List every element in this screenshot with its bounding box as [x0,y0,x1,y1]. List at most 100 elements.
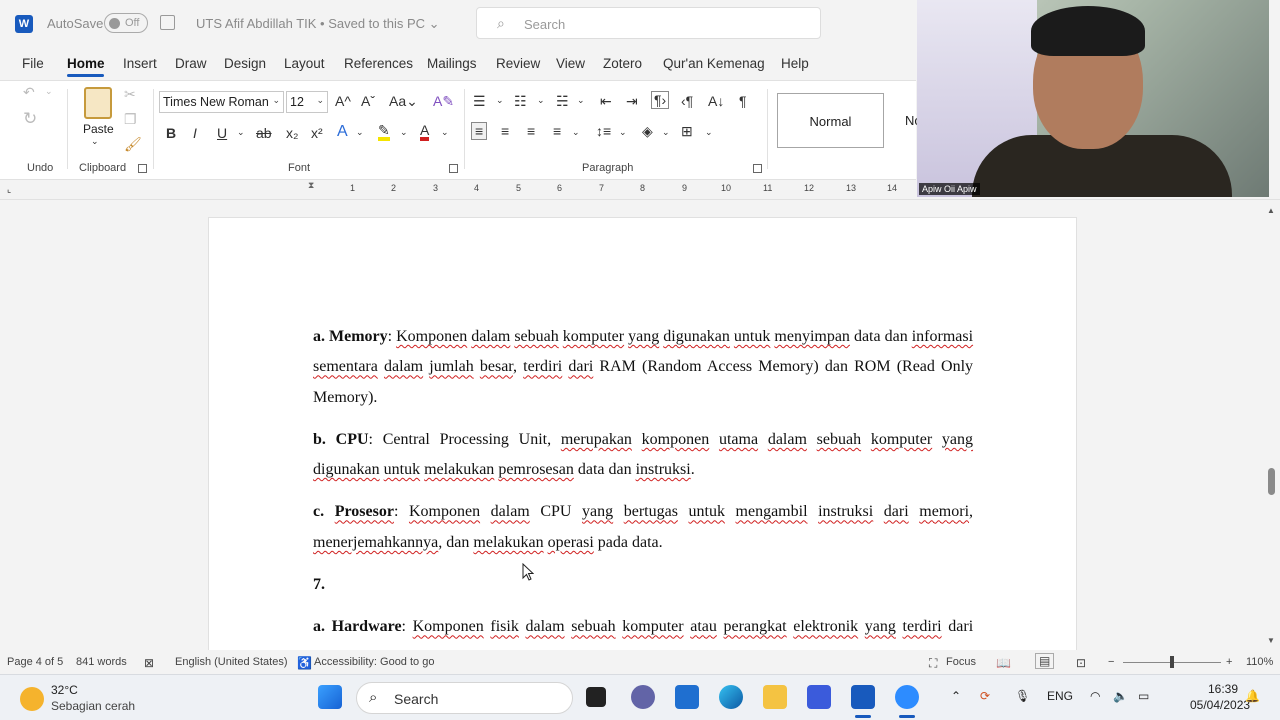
spell-error-word[interactable]: yang [628,328,659,345]
page-count[interactable]: Page 4 of 5 [7,656,63,668]
clipboard-launcher-icon[interactable] [138,164,147,173]
spell-error-word[interactable]: komputer [563,328,624,345]
word-taskbar-icon[interactable] [851,685,875,709]
spell-error-word[interactable]: perangkat [724,618,787,635]
tab-file[interactable]: File [22,56,44,71]
change-case-icon[interactable]: Aa⌄ [389,93,418,110]
spell-error-word[interactable]: untuk [734,328,770,345]
focus-icon[interactable]: ⛶ [929,656,937,671]
file-explorer-icon[interactable] [763,685,787,709]
battery-icon[interactable]: ▭ [1138,689,1149,703]
font-color-icon[interactable]: A [420,123,430,141]
tab-design[interactable]: Design [224,56,266,71]
copy-icon[interactable]: ❐ [124,111,137,128]
align-left-icon[interactable]: ≡ [471,122,488,140]
spell-error-word[interactable]: informasi [912,328,973,345]
scroll-down-icon[interactable]: ▼ [1267,636,1275,645]
underline-icon[interactable]: U [217,125,227,141]
spell-error-word[interactable]: digunakan [663,328,730,345]
spell-error-word[interactable]: Komponen [396,328,467,345]
sync-icon[interactable]: ⟳ [980,689,990,703]
tab-draw[interactable]: Draw [175,56,207,71]
edge-icon[interactable] [719,685,743,709]
zoom-in-icon[interactable]: + [1226,656,1232,668]
shading-icon[interactable]: ◈ [642,123,653,140]
justify-icon[interactable]: ≡ [553,123,561,139]
bold-icon[interactable]: B [166,125,176,141]
subscript-icon[interactable]: x₂ [286,125,298,141]
accessibility-icon[interactable]: ♿ [297,656,312,670]
borders-dropdown-icon[interactable]: ⌄ [705,127,713,138]
scroll-thumb[interactable] [1268,468,1275,495]
document-body[interactable]: a. Memory: Komponen dalam sebuah kompute… [313,322,973,650]
spell-error-word[interactable]: terdiri [523,358,562,375]
store-icon[interactable] [675,685,699,709]
spell-error-word[interactable]: digunakan [313,461,380,478]
shrink-font-icon[interactable]: Aˇ [361,93,375,109]
redo-icon[interactable]: ↻ [23,109,37,129]
tab-layout[interactable]: Layout [284,56,325,71]
document-title[interactable]: UTS Afif Abdillah TIK • Saved to this PC… [196,16,440,32]
undo-dropdown-icon[interactable]: ⌄ [45,86,53,97]
scroll-up-icon[interactable]: ▲ [1267,206,1275,215]
term-prosesor[interactable]: Prosesor [335,503,394,520]
font-color-dropdown-icon[interactable]: ⌄ [441,127,449,138]
app-icon[interactable] [807,685,831,709]
zoom-app-icon[interactable] [895,685,919,709]
print-layout-icon[interactable]: ▤ [1035,653,1055,669]
font-name-combo[interactable]: Times New Roman ⌄ [159,91,284,113]
show-formatting-icon[interactable]: ¶ [739,93,747,109]
tab-insert[interactable]: Insert [123,56,157,71]
justify-dropdown-icon[interactable]: ⌄ [572,127,580,138]
rtl-direction-icon[interactable]: ‹¶ [681,93,693,109]
spell-error-word[interactable]: untuk [689,503,725,520]
spell-error-word[interactable]: bertugas [624,503,678,520]
spell-error-word[interactable]: utama [719,431,758,448]
spell-error-word[interactable]: dalam [768,431,807,448]
bullets-icon[interactable]: ☰ [473,93,486,110]
focus-button[interactable]: Focus [946,656,976,668]
spell-error-word[interactable]: dalam [384,358,423,375]
spell-error-word[interactable]: sebuah [817,431,861,448]
teams-chat-icon[interactable] [631,685,655,709]
spell-error-word[interactable]: komputer [871,431,932,448]
paste-icon[interactable] [84,87,112,119]
spell-error-word[interactable]: sebuah [571,618,615,635]
accessibility-status[interactable]: Accessibility: Good to go [314,656,434,668]
strikethrough-icon[interactable]: ab [256,125,272,141]
spell-error-word[interactable]: dalam [525,618,564,635]
task-view-icon[interactable] [586,687,606,707]
zoom-out-icon[interactable]: − [1108,656,1114,668]
volume-icon[interactable]: 🔈 [1113,689,1128,703]
indent-marker-icon[interactable]: ⧗ [308,180,314,191]
spell-error-word[interactable]: dalam [491,503,530,520]
spell-error-word[interactable]: melakukan [473,534,543,551]
notifications-icon[interactable]: 🔔 [1245,689,1260,703]
spell-error-word[interactable]: melakukan [424,461,494,478]
font-launcher-icon[interactable] [449,164,458,173]
spell-error-word[interactable]: instruksi [636,461,691,478]
horizontal-ruler[interactable]: 1 2 3 4 5 6 7 8 9 10 11 12 13 14 ⧗ [208,180,916,196]
multilevel-list-icon[interactable]: ☵ [556,93,569,110]
tab-zotero[interactable]: Zotero [603,56,642,71]
save-icon[interactable] [160,15,175,30]
zoom-slider-thumb[interactable] [1170,656,1174,668]
highlight-dropdown-icon[interactable]: ⌄ [400,127,408,138]
spell-error-word[interactable]: elektronik [793,618,858,635]
align-center-icon[interactable]: ≡ [501,123,509,139]
document-page[interactable]: a. Memory: Komponen dalam sebuah kompute… [208,217,1077,650]
taskbar-search[interactable]: ⌕ Search [356,682,573,714]
proofing-icon[interactable]: ⊠ [144,656,154,670]
paste-dropdown-icon[interactable]: ⌄ [91,136,99,147]
undo-icon[interactable]: ↶ [23,84,35,101]
wifi-icon[interactable]: ◠ [1090,689,1100,703]
spell-error-word[interactable]: jumlah [429,358,473,375]
spell-error-word[interactable]: dari [884,503,909,520]
paste-label[interactable]: Paste [83,122,114,136]
sort-icon[interactable]: A↓ [708,93,724,109]
vertical-scrollbar[interactable]: ▲ ▼ [1263,201,1280,650]
system-clock[interactable]: 16:39 05/04/2023 [1190,681,1250,713]
spell-error-word[interactable]: untuk [384,461,420,478]
word-count[interactable]: 841 words [76,656,127,668]
clear-formatting-icon[interactable]: A✎ [433,93,454,110]
